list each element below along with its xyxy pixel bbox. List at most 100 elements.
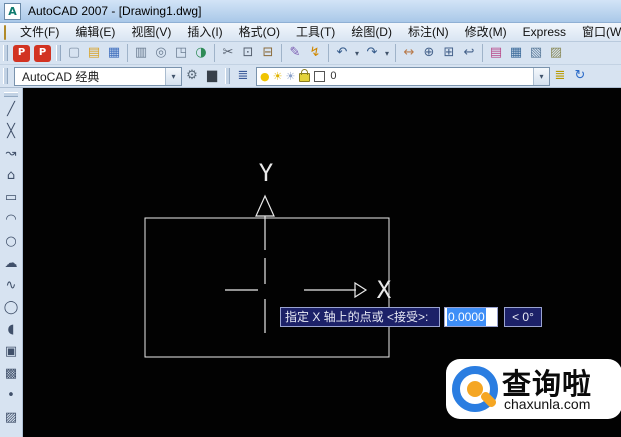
layer-color-swatch[interactable] [314,70,326,82]
draw-toolbar: ╱ ╳ ↝ ⌂ ▭ ◠ ○ ☁ ∿ ◯ ◖ ▣ ▩ • ▨ [0,88,23,437]
my-workspace-icon[interactable]: ▆ [202,66,222,86]
menu-modify[interactable]: 修改(M) [457,24,515,41]
menu-format[interactable]: 格式(O) [231,24,288,41]
menu-view[interactable]: 视图(V) [123,24,179,41]
pdf-comment-icon[interactable]: P [34,44,51,62]
point-icon[interactable]: • [2,386,20,404]
circle-icon[interactable]: ○ [2,232,20,250]
chaxunla-logo-icon [452,366,498,412]
menu-edit[interactable]: 编辑(E) [67,24,123,41]
dynamic-input-prompt: 指定 X 轴上的点或 <接受>: [280,307,440,327]
menu-draw[interactable]: 绘图(D) [343,24,400,41]
zoom-previous-icon[interactable]: ↩ [459,43,479,63]
designcenter-icon[interactable]: ▦ [506,43,526,63]
workspaces-layers-toolbar: AutoCAD 经典 ▾ ⚙ ▆ ≣ ● ☀ ☀ 0 ▾ ≣ ↻ [0,65,621,88]
watermark-domain: chaxunla.com [504,396,591,412]
drawing-canvas[interactable]: Y X 指定 X 轴上的点或 <接受>: 0.0000 < 0° 查询啦 cha… [23,88,621,437]
revision-cloud-icon[interactable]: ☁ [2,254,20,272]
layer-name: 0 [330,70,337,82]
undo-dropdown[interactable]: ▾ [352,49,362,58]
toolbar-separator [127,44,128,62]
redo-dropdown[interactable]: ▾ [382,49,392,58]
chevron-down-icon[interactable]: ▾ [165,67,181,85]
line-icon[interactable]: ╱ [2,100,20,118]
layer-properties-manager-icon[interactable]: ≣ [233,66,253,86]
dynamic-input-field[interactable]: 0.0000 [444,307,498,327]
x-axis-label: X [377,276,392,304]
autocad-app-icon: A [4,2,21,20]
polyline-icon[interactable]: ↝ [2,144,20,162]
layer-combo[interactable]: ● ☀ ☀ 0 ▾ [256,66,550,86]
toolbar-grip[interactable] [4,92,18,97]
markup-icon[interactable]: ▨ [546,43,566,63]
insert-block-icon[interactable]: ▣ [2,342,20,360]
spline-icon[interactable]: ∿ [2,276,20,294]
workspace-settings-icon[interactable]: ⚙ [182,66,202,86]
copy-icon[interactable]: ⊡ [238,43,258,63]
zoom-window-icon[interactable]: ⊞ [439,43,459,63]
block-editor-icon[interactable]: ↯ [305,43,325,63]
pdf-export-icon[interactable]: P [13,44,30,62]
make-block-icon[interactable]: ▩ [2,364,20,382]
plot-preview-icon[interactable]: ◎ [151,43,171,63]
open-file-icon[interactable]: ▤ [84,43,104,63]
layer-on-bulb-icon[interactable]: ● [260,68,270,85]
autocad-window: A AutoCAD 2007 - [Drawing1.dwg] 文件(F) 编辑(… [0,0,621,437]
menu-file[interactable]: 文件(F) [12,24,67,41]
drawn-rectangle [144,217,390,358]
rectangle-icon[interactable]: ▭ [2,188,20,206]
toolbar-separator [328,44,329,62]
menu-express[interactable]: Express [515,24,574,41]
toolbar-separator [395,44,396,62]
redo-icon[interactable]: ↷ [362,43,382,63]
toolbar-separator [281,44,282,62]
web-publish-icon[interactable]: ◑ [191,43,211,63]
title-bar[interactable]: A AutoCAD 2007 - [Drawing1.dwg] [0,0,621,23]
paste-icon[interactable]: ⊟ [258,43,278,63]
window-title: AutoCAD 2007 - [Drawing1.dwg] [28,4,202,18]
menu-tools[interactable]: 工具(T) [288,24,343,41]
undo-icon[interactable]: ↶ [332,43,352,63]
x-axis-arrowhead [354,281,368,299]
chevron-down-icon[interactable]: ▾ [533,67,549,85]
toolbar-grip[interactable] [56,45,61,61]
dynamic-input-value: 0.0000 [447,308,486,326]
cut-icon[interactable]: ✂ [218,43,238,63]
sheet-set-manager-icon[interactable]: ▧ [526,43,546,63]
layer-freeze-icon[interactable]: ☀ [273,68,283,85]
menu-dimension[interactable]: 标注(N) [400,24,457,41]
zoom-realtime-icon[interactable]: ⊕ [419,43,439,63]
workspace-combo[interactable]: AutoCAD 经典 ▾ [14,66,182,86]
menu-window[interactable]: 窗口(W) [574,24,621,41]
menu-insert[interactable]: 插入(I) [179,24,230,41]
layer-previous-icon[interactable]: ≣ [550,66,570,86]
drawing-document-icon[interactable] [4,24,6,40]
arc-icon[interactable]: ◠ [2,210,20,228]
layer-states-icon[interactable]: ↻ [570,66,590,86]
toolbar-grip[interactable] [225,68,230,84]
toolbar-separator [214,44,215,62]
dynamic-input-angle: < 0° [504,307,542,327]
y-axis-label: Y [259,159,274,187]
watermark: 查询啦 chaxunla.com [446,359,621,419]
toolbar-separator [482,44,483,62]
save-icon[interactable]: ▦ [104,43,124,63]
layer-viewport-freeze-icon[interactable]: ☀ [285,68,295,85]
toolbar-grip[interactable] [3,68,8,84]
match-properties-icon[interactable]: ✎ [285,43,305,63]
new-file-icon[interactable]: ▢ [64,43,84,63]
ellipse-arc-icon[interactable]: ◖ [2,320,20,338]
plot-icon[interactable]: ▥ [131,43,151,63]
menu-bar: 文件(F) 编辑(E) 视图(V) 插入(I) 格式(O) 工具(T) 绘图(D) 标注(N)… [0,23,621,42]
publish-icon[interactable]: ◳ [171,43,191,63]
properties-icon[interactable]: ▤ [486,43,506,63]
toolbar-grip[interactable] [3,45,8,61]
workspace-combo-value: AutoCAD 经典 [22,69,100,84]
pan-icon[interactable]: ↔ [399,43,419,63]
construction-line-icon[interactable]: ╳ [2,122,20,140]
hatch-icon[interactable]: ▨ [2,408,20,426]
layer-lock-icon[interactable] [299,69,311,82]
polygon-icon[interactable]: ⌂ [2,166,20,184]
y-axis-arrowhead [255,194,275,217]
ellipse-icon[interactable]: ◯ [2,298,20,316]
